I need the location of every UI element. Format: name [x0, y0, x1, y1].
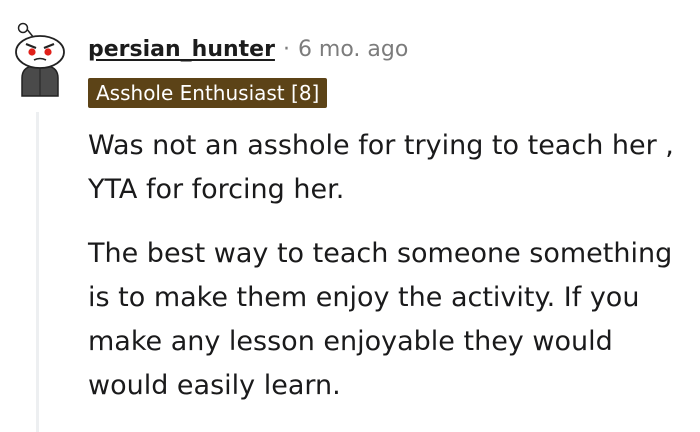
user-avatar[interactable] — [8, 22, 72, 98]
timestamp[interactable]: 6 mo. ago — [298, 37, 408, 62]
comment-paragraph: The best way to teach someone something … — [88, 238, 673, 401]
comment-paragraph: Was not an asshole for trying to teach h… — [88, 130, 674, 205]
snoo-avatar-icon — [15, 22, 65, 97]
comment: persian_hunter · 6 mo. ago Asshole Enthu… — [0, 0, 700, 432]
comment-body: Was not an asshole for trying to teach h… — [88, 124, 678, 408]
username-link[interactable]: persian_hunter — [88, 37, 275, 62]
thread-collapse-line[interactable] — [36, 112, 39, 432]
comment-meta: persian_hunter · 6 mo. ago — [88, 34, 408, 64]
meta-separator: · — [282, 36, 290, 62]
user-flair: Asshole Enthusiast [8] — [88, 78, 328, 108]
